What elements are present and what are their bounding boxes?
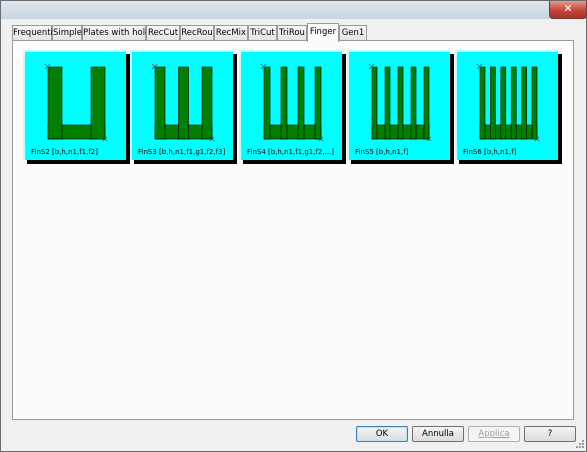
shape-tile-fins5[interactable]: FinS5 [b,h,n1,f]: [347, 50, 454, 164]
tab-recmix[interactable]: RecMix: [214, 25, 248, 40]
origin-marker-icon: [260, 63, 267, 70]
fins4-shape-icon: [260, 63, 324, 142]
close-icon: ✕: [563, 2, 573, 15]
shape-finger: [314, 66, 322, 140]
origin-marker-icon: [476, 63, 483, 70]
resize-grip-icon[interactable]: [573, 439, 585, 451]
shape-finger: [263, 66, 271, 140]
shape-finger: [510, 66, 517, 140]
shape-base: [479, 124, 538, 140]
origin-marker-icon: [368, 63, 375, 70]
finger-shape: [371, 66, 430, 140]
tab-frequenti[interactable]: Frequenti: [12, 25, 53, 40]
origin-marker-icon: [151, 63, 158, 70]
tab-recrou[interactable]: RecRou: [180, 25, 214, 40]
shape-finger: [47, 66, 63, 140]
help-button[interactable]: ?: [524, 426, 576, 442]
shape-finger: [521, 66, 527, 140]
shape-caption: FinS2 [b,h,n1,f1,f2]: [31, 148, 98, 156]
shape-finger: [410, 66, 417, 140]
shape-finger: [500, 66, 507, 140]
shape-tile-fins2[interactable]: FinS2 [b,h,n1,f1,f2]: [23, 50, 130, 164]
shape-tile-fins6[interactable]: FinS6 [b,h,n1,f]: [455, 50, 562, 164]
shape-finger: [371, 66, 378, 140]
title-bar[interactable]: ✕: [1, 1, 587, 19]
finger-shape: [479, 66, 538, 140]
tab-trirou[interactable]: TriRou: [277, 25, 307, 40]
shape-finger: [479, 66, 486, 140]
shape-base: [263, 124, 322, 140]
finger-shape: [154, 66, 213, 140]
finger-shape: [263, 66, 322, 140]
shape-caption: FinS3 [b,h,n1,f1,g1,f2,f3]: [138, 148, 226, 156]
tab-simple[interactable]: Simple: [52, 25, 82, 40]
fins6-shape-icon: [476, 63, 540, 142]
shape-finger: [90, 66, 106, 140]
fins3-shape-icon: [151, 63, 215, 142]
shape-tile-fins3[interactable]: FinS3 [b,h,n1,f1,g1,f2,f3]: [130, 50, 237, 164]
apply-button[interactable]: Applica: [468, 426, 520, 442]
close-button[interactable]: ✕: [549, 1, 587, 19]
shape-finger: [280, 66, 288, 140]
shape-finger: [178, 66, 189, 140]
shape-finger: [423, 66, 430, 140]
shape-finger: [154, 66, 166, 140]
shape-finger: [531, 66, 538, 140]
shape-finger: [201, 66, 213, 140]
shape-finger: [397, 66, 404, 140]
tab-gen1[interactable]: Gen1: [339, 25, 367, 40]
shape-caption: FinS4 [b,h,n1,f1,g1,f2,...]: [247, 148, 335, 156]
cancel-button[interactable]: Annulla: [412, 426, 464, 442]
finger-shape: [47, 66, 106, 140]
origin-marker-icon: [44, 63, 51, 70]
dialog-window: ✕ Frequenti Simple Plates with holes Rec…: [0, 0, 587, 452]
shape-caption: FinS6 [b,h,n1,f]: [463, 148, 517, 156]
shape-finger: [384, 66, 391, 140]
ok-button[interactable]: OK: [356, 426, 408, 442]
shape-finger: [490, 66, 496, 140]
shape-tile-fins4[interactable]: FinS4 [b,h,n1,f1,g1,f2,...]: [239, 50, 346, 164]
finger-tab-panel: FinS2 [b,h,n1,f1,f2] FinS3 [b,h,n1,f1,g1…: [12, 40, 574, 420]
tab-finger[interactable]: Finger: [307, 23, 339, 42]
fins2-shape-icon: [44, 63, 108, 142]
fins5-shape-icon: [368, 63, 432, 142]
tab-tricut[interactable]: TriCut: [248, 25, 277, 40]
tab-reccut[interactable]: RecCut: [146, 25, 180, 40]
tab-plates-with-holes[interactable]: Plates with holes: [82, 25, 155, 40]
shape-finger: [297, 66, 305, 140]
shape-caption: FinS5 [b,h,n1,f]: [355, 148, 409, 156]
